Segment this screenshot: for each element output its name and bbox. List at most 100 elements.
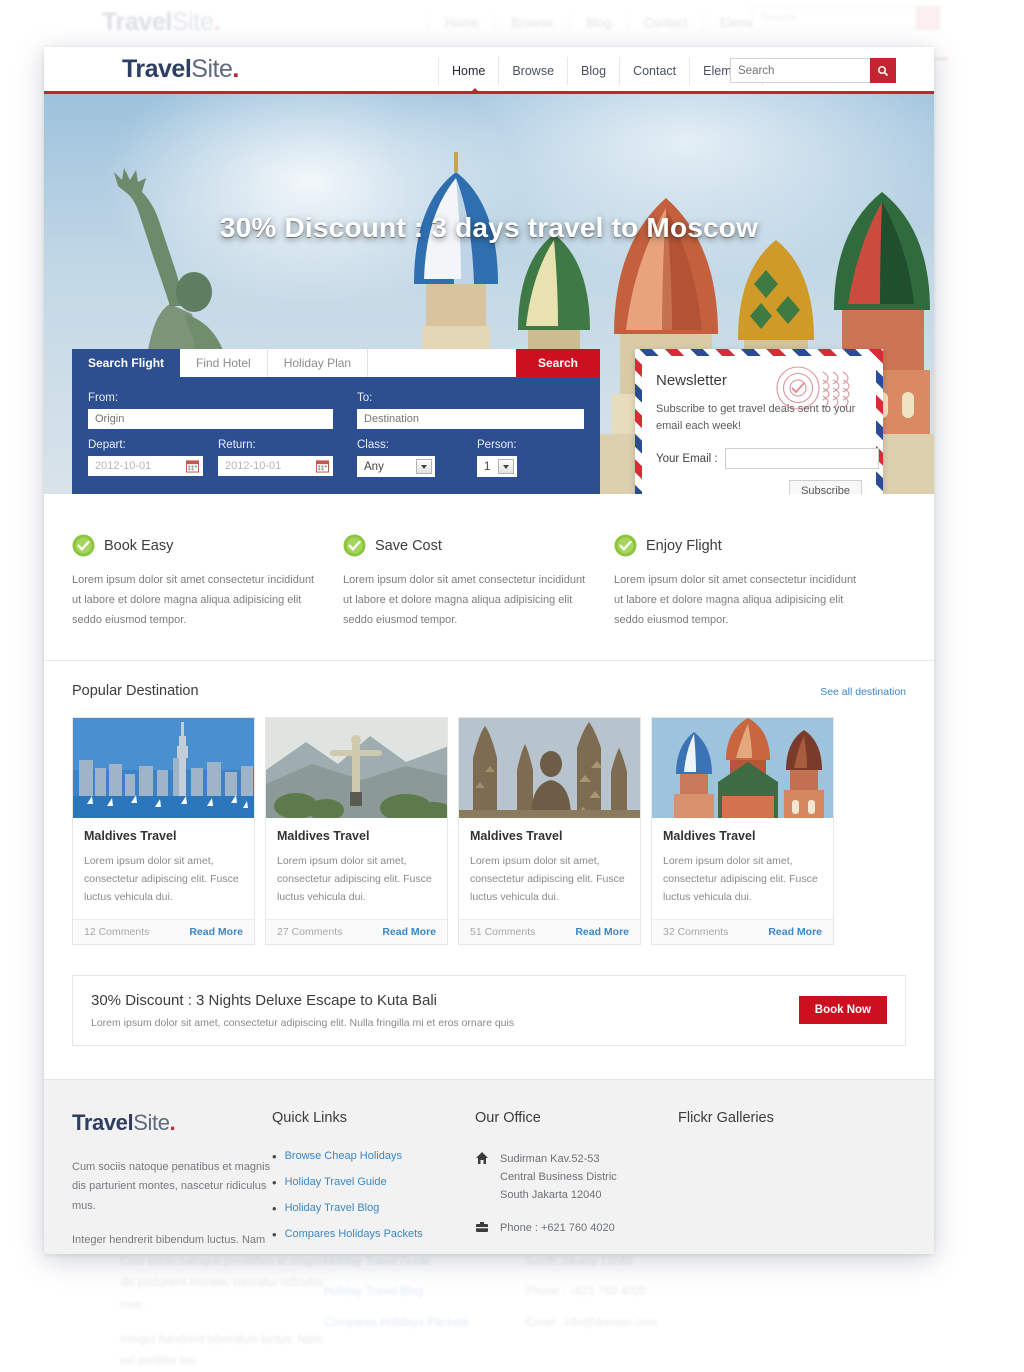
card-body: Maldives Travel Lorem ipsum dolor sit am… bbox=[459, 818, 640, 918]
feature-save-cost: Save Cost Lorem ipsum dolor sit amet con… bbox=[343, 534, 614, 630]
card-body: Maldives Travel Lorem ipsum dolor sit am… bbox=[266, 818, 447, 918]
person-field-group: Person: 1 bbox=[477, 439, 517, 477]
nav-item-home[interactable]: Home bbox=[438, 56, 500, 85]
list-item[interactable]: • Holiday Travel Blog bbox=[272, 1202, 475, 1215]
ghost-nav-item: Element bbox=[703, 12, 782, 34]
book-now-button[interactable]: Book Now bbox=[798, 996, 887, 1025]
feature-enjoy-flight: Enjoy Flight Lorem ipsum dolor sit amet … bbox=[614, 534, 885, 630]
destination-card[interactable]: Maldives Travel Lorem ipsum dolor sit am… bbox=[651, 717, 834, 945]
ghost-link: Compares Holidays Packets bbox=[324, 1316, 469, 1329]
logo-light: Site bbox=[191, 54, 233, 83]
calendar-icon[interactable] bbox=[186, 459, 199, 473]
person-value: 1 bbox=[484, 460, 491, 473]
list-item[interactable]: • Browse Cheap Holidays bbox=[272, 1150, 475, 1163]
quick-link[interactable]: Holiday Travel Blog bbox=[285, 1202, 380, 1214]
office-email-row: Email : info@domain.com bbox=[475, 1252, 678, 1254]
envelope-icon bbox=[475, 1253, 489, 1254]
search-button[interactable] bbox=[870, 58, 896, 83]
card-title: Maldives Travel bbox=[84, 829, 177, 844]
ghost-logo: TravelSite. bbox=[102, 8, 220, 37]
nav-item-browse[interactable]: Browse bbox=[499, 56, 569, 85]
card-footer: 51 Comments Read More bbox=[459, 918, 640, 944]
ghost-link: Holiday Travel Guide bbox=[324, 1256, 431, 1268]
card-title: Maldives Travel bbox=[277, 829, 370, 844]
list-item[interactable]: • Compares Holidays Packets bbox=[272, 1228, 475, 1241]
footer-logo-dot: . bbox=[169, 1109, 176, 1135]
nav-item-contact[interactable]: Contact bbox=[620, 56, 691, 85]
quick-links-title: Quick Links bbox=[272, 1109, 347, 1126]
footer-office-column: Our Office Sudirman Kav.52-53 Central Bu… bbox=[475, 1110, 678, 1254]
see-all-destination-link[interactable]: See all destination bbox=[820, 686, 906, 698]
tabs-filler bbox=[368, 349, 516, 377]
card-read-more-link[interactable]: Read More bbox=[189, 926, 243, 938]
quick-link[interactable]: Browse Cheap Holidays bbox=[285, 1150, 402, 1162]
card-read-more-link[interactable]: Read More bbox=[575, 926, 629, 938]
person-select[interactable]: 1 bbox=[477, 456, 517, 477]
from-field-group: From: bbox=[88, 392, 333, 429]
office-email: Email : info@domain.com bbox=[500, 1252, 626, 1254]
card-image-auckland bbox=[73, 718, 254, 819]
phone-icon bbox=[476, 1221, 488, 1232]
card-read-more-link[interactable]: Read More bbox=[768, 926, 822, 938]
from-input[interactable] bbox=[88, 409, 333, 429]
card-read-more-link[interactable]: Read More bbox=[382, 926, 436, 938]
footer-logo[interactable]: TravelSite. bbox=[72, 1110, 272, 1136]
destination-card[interactable]: Maldives Travel Lorem ipsum dolor sit am… bbox=[265, 717, 448, 945]
ghost-office-line: Email : info@domain.com bbox=[526, 1316, 658, 1329]
return-label: Return: bbox=[218, 439, 256, 451]
quick-link[interactable]: Compares Holidays Packets bbox=[285, 1228, 423, 1240]
destination-card[interactable]: Maldives Travel Lorem ipsum dolor sit am… bbox=[72, 717, 255, 945]
destination-cards: Maldives Travel Lorem ipsum dolor sit am… bbox=[72, 717, 906, 945]
hero-banner: 30% Discount : 3 days travel to Moscow S… bbox=[44, 94, 934, 494]
newsletter-subscribe-button[interactable]: Subscribe bbox=[789, 480, 862, 494]
ghost-footer: Cum sociis natoque penatibus et magnis d… bbox=[78, 1248, 948, 1368]
hero-headline: 30% Discount : 3 days travel to Moscow bbox=[219, 212, 759, 243]
search-input[interactable] bbox=[730, 58, 870, 83]
card-title: Maldives Travel bbox=[663, 829, 756, 844]
list-item[interactable]: • Holiday Travel Guide bbox=[272, 1176, 475, 1189]
calendar-icon[interactable] bbox=[316, 459, 329, 473]
footer-flickr-column: Flickr Galleries bbox=[678, 1110, 878, 1254]
newsletter-email-label: Your Email : bbox=[656, 452, 718, 465]
card-comments-count: 32 Comments bbox=[663, 925, 729, 938]
tab-find-hotel[interactable]: Find Hotel bbox=[180, 349, 268, 377]
flickr-galleries-title: Flickr Galleries bbox=[678, 1109, 774, 1126]
ghost-nav-item: Blog bbox=[569, 12, 627, 34]
promo-text-block: 30% Discount : 3 Nights Deluxe Escape to… bbox=[91, 992, 799, 1029]
website-page: TravelSite. Home Browse Blog Contact Ele… bbox=[44, 47, 934, 1254]
to-input[interactable] bbox=[357, 409, 584, 429]
ghost-logo-bold: Travel bbox=[102, 8, 172, 36]
card-image-saint-basil bbox=[652, 718, 833, 819]
ghost-nav-item: Home bbox=[428, 12, 494, 34]
from-label: From: bbox=[88, 392, 119, 404]
footer-quick-links-column: Quick Links • Browse Cheap Holidays • Holi… bbox=[272, 1110, 475, 1254]
newsletter-email-input[interactable] bbox=[724, 448, 879, 470]
feature-title: Enjoy Flight bbox=[646, 537, 722, 554]
ghost-search-input: Search bbox=[752, 6, 937, 30]
feature-header: Book Easy bbox=[72, 534, 319, 557]
card-comments-count: 51 Comments bbox=[470, 925, 536, 938]
to-field-group: To: bbox=[357, 392, 584, 429]
feature-text: Lorem ipsum dolor sit amet consectetur i… bbox=[614, 574, 857, 626]
quick-link[interactable]: Holiday Travel Guide bbox=[285, 1176, 387, 1188]
destination-card[interactable]: Maldives Travel Lorem ipsum dolor sit am… bbox=[458, 717, 641, 945]
dates-group: Depart: Return: bbox=[88, 439, 333, 477]
card-footer: 27 Comments Read More bbox=[266, 918, 447, 944]
promo-banner: 30% Discount : 3 Nights Deluxe Escape to… bbox=[72, 974, 906, 1046]
promo-description: Lorem ipsum dolor sit amet, consectetur … bbox=[91, 1016, 515, 1029]
nav-item-blog[interactable]: Blog bbox=[568, 56, 621, 85]
booking-search-button[interactable]: Search bbox=[515, 349, 600, 377]
features-section: Book Easy Lorem ipsum dolor sit amet con… bbox=[44, 494, 934, 662]
class-select[interactable]: Any bbox=[357, 456, 435, 477]
tab-search-flight[interactable]: Search Flight bbox=[72, 349, 181, 377]
site-logo[interactable]: TravelSite. bbox=[122, 55, 239, 84]
ghost-logo-dot: . bbox=[213, 8, 220, 36]
return-field-group: Return: bbox=[218, 439, 333, 477]
newsletter-widget: Newsletter Subscribe to get travel deals… bbox=[635, 349, 883, 494]
popular-destination-header: Popular Destination See all destination bbox=[72, 683, 906, 699]
card-footer: 12 Comments Read More bbox=[73, 918, 254, 944]
home-icon bbox=[476, 1151, 488, 1164]
office-address: Sudirman Kav.52-53 Central Business Dist… bbox=[500, 1152, 617, 1201]
tab-holiday-plan[interactable]: Holiday Plan bbox=[267, 349, 369, 377]
bullet-icon: • bbox=[272, 1200, 277, 1216]
